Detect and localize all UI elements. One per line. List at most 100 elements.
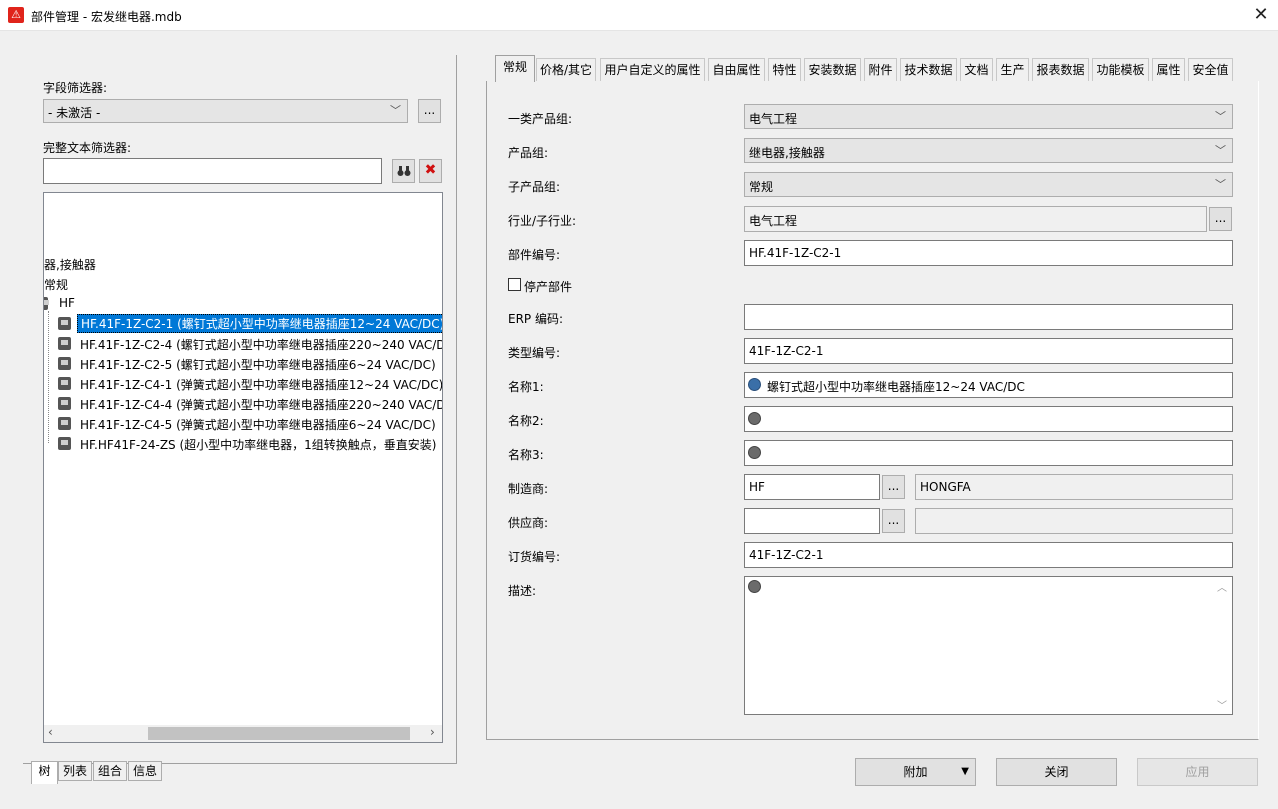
type-number-label: 类型编号: (508, 346, 561, 360)
tab-production[interactable]: 生产 (996, 58, 1029, 81)
chevron-left-icon[interactable]: ‹ (48, 725, 53, 739)
type-number-input[interactable]: 41F-1Z-C2-1 (744, 338, 1233, 364)
product-group-select[interactable]: 继电器,接触器 ﹀ (744, 138, 1233, 163)
supplier-name-field (915, 508, 1233, 534)
tree-item-selected[interactable]: HF.41F-1Z-C2-1 (螺钉式超小型中功率继电器插座12~24 VAC/… (77, 314, 442, 333)
dropdown-arrow-icon[interactable]: ▼ (961, 759, 969, 785)
chevron-down-icon: ﹀ (390, 104, 401, 117)
manufacturer-input[interactable]: HF (744, 474, 880, 500)
tab-general[interactable]: 常规 (495, 55, 535, 82)
sub-product-group-select[interactable]: 常规 ﹀ (744, 172, 1233, 197)
scroll-up-icon[interactable]: ︿ (1217, 579, 1227, 594)
scroll-down-icon[interactable]: ﹀ (1217, 697, 1227, 712)
part-tree[interactable]: 器,接触器 常规 HF HF.41F-1Z-C2-1 (螺钉式超小型中功率继电器… (43, 192, 443, 743)
tab-characteristics[interactable]: 特性 (768, 58, 801, 81)
tree-horizontal-scrollbar[interactable]: ‹ › (44, 725, 442, 742)
relay-icon (58, 377, 71, 390)
tab-list[interactable]: 列表 (58, 761, 92, 781)
tab-accessories[interactable]: 附件 (864, 58, 897, 81)
relay-icon (58, 417, 71, 430)
product-group1-label: 一类产品组: (508, 112, 573, 126)
industry-more-button[interactable]: ... (1209, 207, 1232, 231)
tab-report-data[interactable]: 报表数据 (1032, 58, 1089, 81)
tab-tree[interactable]: 树 (31, 761, 58, 784)
sub-product-group-label: 子产品组: (508, 180, 561, 194)
tree-item[interactable]: HF.41F-1Z-C4-4 (弹簧式超小型中功率继电器插座220~240 VA… (80, 396, 442, 413)
add-button[interactable]: 附加 ▼ (855, 758, 976, 786)
binoculars-icon[interactable] (392, 159, 415, 183)
tree-item[interactable]: HF.HF41F-24-ZS (超小型中功率继电器，1组转换触点，垂直安装) (80, 436, 437, 453)
name1-input[interactable]: 螺钉式超小型中功率继电器插座12~24 VAC/DC (744, 372, 1233, 398)
tree-node-relay-contactor[interactable]: 器,接触器 (44, 256, 96, 273)
tab-combination[interactable]: 组合 (93, 761, 127, 781)
tree-node-hf[interactable]: HF (59, 296, 75, 310)
field-filter-label: 字段筛选器: (43, 81, 108, 95)
close-button[interactable]: 关闭 (996, 758, 1117, 786)
scrollbar-thumb[interactable] (148, 727, 410, 740)
clear-filter-icon[interactable]: ✖ (419, 159, 442, 183)
relay-icon (58, 357, 71, 370)
description-textarea[interactable]: ︿ ﹀ (744, 576, 1233, 715)
chevron-right-icon[interactable]: › (430, 725, 435, 739)
name2-label: 名称2: (508, 414, 544, 428)
relay-icon (58, 337, 71, 350)
chevron-down-icon: ﹀ (1215, 110, 1226, 123)
manufacturer-more-button[interactable]: ... (882, 475, 905, 499)
discontinued-checkbox[interactable] (508, 278, 521, 291)
tree-item[interactable]: HF.41F-1Z-C4-1 (弹簧式超小型中功率继电器插座12~24 VAC/… (80, 376, 442, 393)
relay-icon (58, 437, 71, 450)
tab-technical-data[interactable]: 技术数据 (900, 58, 957, 81)
globe-icon[interactable] (748, 580, 761, 593)
field-filter-value: - 未激活 - (48, 106, 101, 120)
tab-documents[interactable]: 文档 (960, 58, 993, 81)
order-number-label: 订货编号: (508, 550, 561, 564)
tab-safety-values[interactable]: 安全值 (1188, 58, 1233, 81)
description-label: 描述: (508, 584, 537, 598)
globe-icon[interactable] (748, 446, 761, 459)
tab-free-properties[interactable]: 自由属性 (708, 58, 765, 81)
erp-code-label: ERP 编码: (508, 312, 564, 326)
industry-field: 电气工程 (744, 206, 1207, 232)
supplier-label: 供应商: (508, 516, 549, 530)
app-logo-icon: ⚠ (8, 7, 24, 23)
close-window-button[interactable]: ✕ (1244, 0, 1278, 31)
product-group-label: 产品组: (508, 146, 549, 160)
product-group1-select[interactable]: 电气工程 ﹀ (744, 104, 1233, 129)
tab-info[interactable]: 信息 (128, 761, 162, 781)
part-number-input[interactable]: HF.41F-1Z-C2-1 (744, 240, 1233, 266)
tab-properties[interactable]: 属性 (1152, 58, 1185, 81)
tree-item[interactable]: HF.41F-1Z-C2-5 (螺钉式超小型中功率继电器插座6~24 VAC/D… (80, 356, 436, 373)
order-number-input[interactable]: 41F-1Z-C2-1 (744, 542, 1233, 568)
discontinued-label: 停产部件 (524, 280, 573, 294)
name2-input[interactable] (744, 406, 1233, 432)
field-filter-more-button[interactable]: ... (418, 99, 441, 123)
fulltext-filter-label: 完整文本筛选器: (43, 141, 132, 155)
tab-function-template[interactable]: 功能模板 (1092, 58, 1149, 81)
supplier-input[interactable] (744, 508, 880, 534)
relay-icon (58, 317, 71, 330)
supplier-more-button[interactable]: ... (882, 509, 905, 533)
part-number-label: 部件编号: (508, 248, 561, 262)
window-title: 部件管理 - 宏发继电器.mdb (31, 10, 182, 24)
tree-item[interactable]: HF.41F-1Z-C2-4 (螺钉式超小型中功率继电器插座220~240 VA… (80, 336, 442, 353)
manufacturer-name-field: HONGFA (915, 474, 1233, 500)
title-bar: ⚠ 部件管理 - 宏发继电器.mdb ✕ (0, 0, 1278, 31)
fulltext-filter-input[interactable] (43, 158, 382, 184)
tab-user-defined-properties[interactable]: 用户自定义的属性 (600, 58, 705, 81)
globe-icon[interactable] (748, 412, 761, 425)
name3-input[interactable] (744, 440, 1233, 466)
chevron-down-icon: ﹀ (1215, 178, 1226, 191)
name3-label: 名称3: (508, 448, 544, 462)
tree-node-general[interactable]: 常规 (44, 276, 68, 293)
tree-item[interactable]: HF.41F-1Z-C4-5 (弹簧式超小型中功率继电器插座6~24 VAC/D… (80, 416, 436, 433)
tree-connector (48, 311, 49, 443)
tab-mounting-data[interactable]: 安装数据 (804, 58, 861, 81)
name1-label: 名称1: (508, 380, 544, 394)
chevron-down-icon: ﹀ (1215, 144, 1226, 157)
manufacturer-label: 制造商: (508, 482, 549, 496)
field-filter-select[interactable]: - 未激活 - ﹀ (43, 99, 408, 123)
tab-price-other[interactable]: 价格/其它 (536, 58, 596, 81)
erp-code-input[interactable] (744, 304, 1233, 330)
globe-icon[interactable] (748, 378, 761, 391)
apply-button[interactable]: 应用 (1137, 758, 1258, 786)
